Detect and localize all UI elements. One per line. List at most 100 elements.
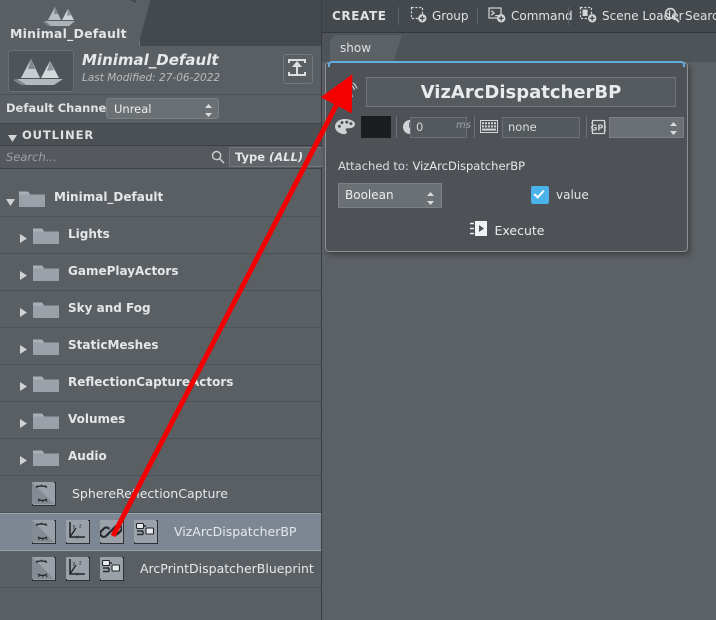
row-label: Minimal_Default	[54, 190, 164, 204]
card-title-field[interactable]: VizArcDispatcherBP	[366, 77, 676, 107]
triangle-right-icon[interactable]	[20, 454, 27, 468]
scene-name: Minimal_Default	[82, 51, 219, 69]
shortcut-input[interactable]: none	[502, 117, 580, 138]
gpi-select[interactable]	[609, 117, 684, 138]
execute-play-icon	[469, 220, 488, 240]
default-channel-select[interactable]: Unreal	[106, 98, 219, 119]
table-row[interactable]: ReflectionCaptureActors	[0, 365, 321, 402]
attached-to-label: Attached to:	[338, 159, 409, 173]
folder-icon	[32, 336, 60, 359]
eye-icon[interactable]	[32, 482, 54, 504]
eye-icon[interactable]	[32, 520, 54, 542]
table-row[interactable]: Minimal_Default	[0, 180, 321, 217]
triangle-right-icon[interactable]	[20, 417, 27, 431]
scene-tab-minimal-default[interactable]: Minimal_Default	[0, 0, 158, 46]
table-row[interactable]: GamePlayActors	[0, 254, 321, 291]
palette-icon[interactable]	[334, 118, 356, 139]
row-label: VizArcDispatcherBP	[174, 524, 297, 539]
scene-mountains-icon	[42, 4, 78, 28]
execute-button[interactable]: Execute	[326, 220, 687, 240]
value-checkbox[interactable]	[531, 186, 549, 204]
card-selection-indicator	[328, 61, 685, 67]
magnifier-icon	[664, 7, 680, 26]
create-label: CREATE	[332, 9, 387, 23]
triangle-down-icon	[8, 131, 17, 145]
svg-text:z: z	[79, 561, 82, 567]
eye-icon-box[interactable]	[32, 557, 56, 581]
link-icon[interactable]	[99, 520, 123, 542]
type-filter-label: Type	[235, 150, 266, 164]
blueprint-nodes-icon-box[interactable]	[100, 557, 124, 581]
app-window: Minimal_Default Minimal_Default Last Mod…	[0, 0, 716, 620]
search-button[interactable]: Search	[664, 0, 716, 32]
upload-icon[interactable]	[283, 54, 313, 84]
svg-text:z: z	[79, 524, 82, 530]
triangle-right-icon[interactable]	[20, 343, 27, 357]
value-checkbox-row[interactable]: value	[531, 186, 589, 204]
eye-icon-box[interactable]	[32, 482, 56, 506]
svg-text:GPI: GPI	[591, 123, 606, 132]
axis-gizmo-icon[interactable]: yzx	[66, 557, 88, 579]
eye-icon[interactable]	[32, 557, 54, 579]
triangle-right-icon[interactable]	[20, 380, 27, 394]
type-value: Boolean	[345, 188, 394, 202]
keyboard-icon	[480, 120, 498, 136]
triangle-right-icon[interactable]	[20, 269, 27, 283]
create-panel: CREATE Group Command Scene Loader Searc …	[322, 0, 716, 620]
type-filter-dropdown[interactable]: Type (ALL)	[229, 147, 324, 167]
delay-value: 0	[416, 120, 424, 134]
type-filter-value: (ALL)	[269, 150, 304, 164]
table-row[interactable]: Volumes	[0, 402, 321, 439]
outliner-tree: Minimal_Default Lights GamePlayActors Sky a…	[0, 180, 321, 620]
folder-icon	[32, 262, 60, 285]
up-down-arrows-icon	[427, 190, 434, 213]
blueprint-nodes-icon-box[interactable]	[134, 520, 158, 544]
command-prompt-add-icon	[488, 6, 506, 26]
scene-modified-date: Last Modified: 27-06-2022	[82, 72, 221, 84]
page-tab-bar: show	[322, 33, 716, 64]
search-input[interactable]	[0, 146, 228, 168]
command-button[interactable]: Command	[488, 0, 573, 32]
row-label: Volumes	[68, 412, 126, 426]
scene-tab-strip: Minimal_Default	[0, 0, 321, 46]
card-color-swatch[interactable]	[361, 116, 391, 138]
row-label: GamePlayActors	[68, 264, 179, 278]
blueprint-nodes-icon[interactable]	[134, 520, 156, 542]
table-row[interactable]: StaticMeshes	[0, 328, 321, 365]
axis-gizmo-icon-box[interactable]: yzx	[66, 520, 90, 544]
table-row[interactable]: Audio	[0, 439, 321, 476]
axis-gizmo-icon-box[interactable]: yzx	[66, 557, 90, 581]
magnifier-icon[interactable]	[211, 150, 225, 167]
group-button[interactable]: Group	[410, 0, 469, 32]
table-row[interactable]: SphereReflectionCapture	[0, 476, 321, 513]
dispatcher-card[interactable]: VizArcDispatcherBP 0 ms none GPI Attache…	[325, 61, 688, 252]
toolbar-divider	[474, 116, 475, 138]
shortcut-value: none	[508, 120, 537, 134]
execute-label: Execute	[494, 222, 545, 238]
table-row[interactable]: Lights	[0, 217, 321, 254]
gpi-icon: GPI	[590, 118, 607, 139]
row-label: ArcPrintDispatcherBlueprint	[140, 561, 314, 576]
table-row[interactable]: y z x ArcPrintDispatcherBlueprint	[0, 551, 321, 588]
axis-gizmo-icon[interactable]: yzx	[66, 520, 88, 542]
outliner-search-row: Type (ALL)	[0, 146, 324, 169]
tab-show[interactable]: show	[330, 35, 408, 63]
triangle-right-icon[interactable]	[20, 306, 27, 320]
scene-tab-label: Minimal_Default	[10, 26, 127, 41]
eye-icon-box[interactable]	[32, 520, 56, 544]
link-icon-box[interactable]	[99, 520, 124, 544]
card-stage: VizArcDispatcherBP 0 ms none GPI Attache…	[322, 61, 716, 620]
scene-panel: Minimal_Default Minimal_Default Last Mod…	[0, 0, 324, 620]
blueprint-nodes-icon[interactable]	[100, 557, 122, 579]
row-label: StaticMeshes	[68, 338, 159, 352]
up-down-arrows-icon	[670, 122, 677, 138]
outliner-header[interactable]: OUTLINER	[0, 124, 321, 146]
table-row[interactable]: y z x VizArcDispatcherBP	[0, 513, 321, 551]
row-label: ReflectionCaptureActors	[68, 375, 234, 389]
triangle-right-icon[interactable]	[20, 232, 27, 246]
table-row[interactable]: Sky and Fog	[0, 291, 321, 328]
default-channel-label: Default Channel:	[6, 101, 115, 115]
type-select[interactable]: Boolean	[338, 183, 442, 208]
triangle-down-icon[interactable]	[6, 195, 15, 209]
bell-ringing-icon[interactable]	[335, 81, 360, 109]
